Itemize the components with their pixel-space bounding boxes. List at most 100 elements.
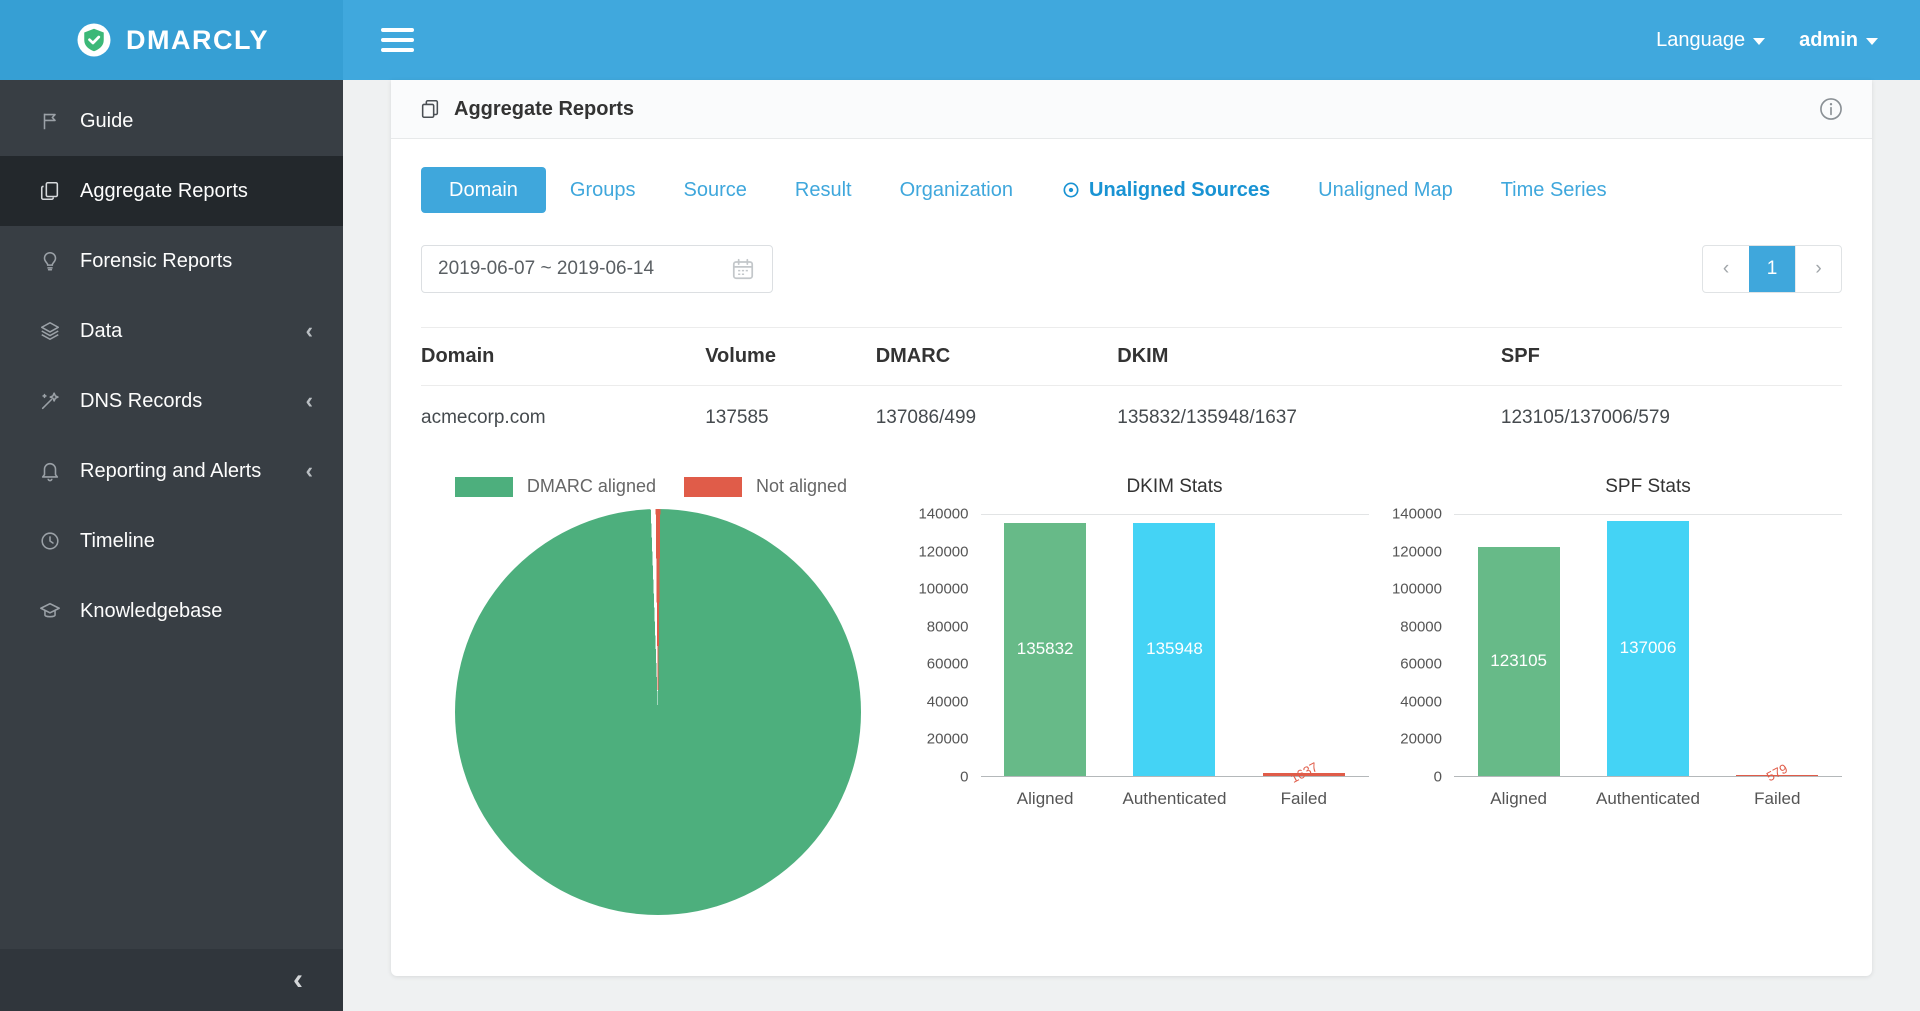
pagination-page-1[interactable]: 1	[1749, 246, 1795, 292]
cell-spf: 123105/137006/579	[1501, 386, 1842, 451]
tab-label: Unaligned Sources	[1089, 167, 1270, 213]
legend-swatch-aligned	[455, 477, 513, 497]
chevron-down-icon	[1866, 38, 1878, 45]
tab-result[interactable]: Result	[771, 167, 876, 213]
top-bar: DMARCLY Language admin	[0, 0, 1920, 80]
chart-title: DKIM Stats	[917, 476, 1369, 498]
bar-slot: 137006	[1583, 515, 1712, 776]
sidebar-item-label: Aggregate Reports	[80, 180, 248, 203]
tab-label: Time Series	[1501, 167, 1607, 213]
tab-groups[interactable]: Groups	[546, 167, 660, 213]
bar-slot: 123105	[1454, 515, 1583, 776]
y-tick-label: 80000	[1400, 618, 1442, 635]
sidebar-item-reporting-and-alerts[interactable]: Reporting and Alerts ‹	[0, 436, 343, 506]
cell-dmarc: 137086/499	[876, 386, 1118, 451]
plot-area: 123105137006579	[1454, 514, 1842, 777]
y-tick-label: 120000	[1392, 543, 1442, 560]
tab-source[interactable]: Source	[660, 167, 771, 213]
tab-domain[interactable]: Domain	[421, 167, 546, 213]
y-tick-label: 40000	[927, 693, 969, 710]
bar-value-label: 1637	[1288, 759, 1321, 786]
sidebar: Guide Aggregate Reports Forensic Reports…	[0, 80, 343, 1011]
language-label: Language	[1656, 29, 1745, 52]
y-tick-label: 0	[960, 769, 968, 786]
tab-organization[interactable]: Organization	[876, 167, 1037, 213]
y-tick-label: 100000	[918, 581, 968, 598]
bar-value-label: 137006	[1607, 638, 1689, 658]
pagination-next-button[interactable]: ›	[1795, 246, 1841, 292]
hamburger-menu-icon[interactable]	[381, 28, 414, 52]
bar-slot: 1637	[1239, 515, 1368, 776]
sidebar-item-label: Knowledgebase	[80, 600, 222, 623]
y-tick-label: 80000	[927, 618, 969, 635]
tab-label: Result	[795, 167, 852, 213]
bar-value-label: 579	[1764, 761, 1790, 784]
date-range-picker[interactable]: 2019-06-07 ~ 2019-06-14	[421, 245, 773, 293]
y-tick-label: 100000	[1392, 581, 1442, 598]
target-icon	[1061, 180, 1081, 200]
column-header-dmarc: DMARC	[876, 328, 1118, 386]
tab-unaligned-sources[interactable]: Unaligned Sources	[1037, 167, 1294, 213]
y-tick-label: 140000	[918, 506, 968, 523]
dmarc-pie-chart[interactable]	[455, 509, 861, 915]
user-menu[interactable]: admin	[1799, 29, 1878, 52]
dmarc-alignment-pie-block: DMARC aligned Not aligned	[421, 476, 895, 915]
bar-authenticated[interactable]: 135948	[1133, 523, 1215, 776]
bar-aligned[interactable]: 123105	[1478, 547, 1560, 777]
cell-domain: acmecorp.com	[421, 386, 705, 451]
y-tick-label: 20000	[1400, 731, 1442, 748]
sidebar-item-aggregate-reports[interactable]: Aggregate Reports	[0, 156, 343, 226]
chevron-left-icon: ‹	[306, 460, 313, 482]
sidebar-item-guide[interactable]: Guide	[0, 86, 343, 156]
tab-label: Unaligned Map	[1318, 167, 1453, 213]
legend-swatch-not-aligned	[684, 477, 742, 497]
bar-aligned[interactable]: 135832	[1004, 523, 1086, 776]
column-header-dkim: DKIM	[1117, 328, 1501, 386]
brand-name: DMARCLY	[126, 25, 269, 56]
page-title: Aggregate Reports	[454, 98, 634, 121]
tab-time-series[interactable]: Time Series	[1477, 167, 1631, 213]
lightbulb-icon	[38, 249, 62, 273]
pagination: ‹ 1 ›	[1702, 245, 1842, 293]
card-header: Aggregate Reports	[391, 80, 1872, 139]
table-row[interactable]: acmecorp.com 137585 137086/499 135832/13…	[421, 386, 1842, 451]
y-tick-label: 120000	[918, 543, 968, 560]
graduation-cap-icon	[38, 599, 62, 623]
column-header-domain: Domain	[421, 328, 705, 386]
sidebar-item-knowledgebase[interactable]: Knowledgebase	[0, 576, 343, 646]
bell-icon	[38, 459, 62, 483]
column-header-spf: SPF	[1501, 328, 1842, 386]
clock-icon	[38, 529, 62, 553]
x-axis-label: Authenticated	[1110, 789, 1239, 809]
language-menu[interactable]: Language	[1656, 29, 1765, 52]
brand[interactable]: DMARCLY	[0, 0, 343, 80]
y-tick-label: 60000	[927, 656, 969, 673]
sidebar-item-label: Timeline	[80, 530, 155, 553]
sidebar-item-timeline[interactable]: Timeline	[0, 506, 343, 576]
y-tick-label: 40000	[1400, 693, 1442, 710]
column-header-volume: Volume	[705, 328, 876, 386]
main-content: Aggregate Reports Domain Groups Source R…	[343, 80, 1920, 1011]
sidebar-item-label: Data	[80, 320, 122, 343]
table-header-row: Domain Volume DMARC DKIM SPF	[421, 328, 1842, 386]
charts-row: DMARC aligned Not aligned DKIM Stats 0 20…	[421, 476, 1842, 915]
sidebar-item-forensic-reports[interactable]: Forensic Reports	[0, 226, 343, 296]
spf-stats-chart: SPF Stats 020000400006000080000100000120…	[1390, 476, 1842, 809]
tab-unaligned-map[interactable]: Unaligned Map	[1294, 167, 1477, 213]
dmarcly-logo-icon	[76, 22, 112, 58]
sidebar-item-data[interactable]: Data ‹	[0, 296, 343, 366]
bar-value-label: 135832	[1004, 639, 1086, 659]
bar-value-label: 135948	[1133, 639, 1215, 659]
bar-authenticated[interactable]: 137006	[1607, 521, 1689, 776]
info-icon[interactable]	[1818, 96, 1844, 122]
x-axis: AlignedAuthenticatedFailed	[981, 789, 1369, 809]
sidebar-item-label: Forensic Reports	[80, 250, 232, 273]
sidebar-item-dns-records[interactable]: DNS Records ‹	[0, 366, 343, 436]
pagination-prev-button[interactable]: ‹	[1703, 246, 1749, 292]
username-label: admin	[1799, 29, 1858, 52]
sidebar-item-label: Guide	[80, 110, 133, 133]
x-axis: AlignedAuthenticatedFailed	[1454, 789, 1842, 809]
collapse-sidebar-icon[interactable]: ‹	[293, 965, 303, 995]
x-axis-label: Failed	[1713, 789, 1842, 809]
y-tick-label: 60000	[1400, 656, 1442, 673]
